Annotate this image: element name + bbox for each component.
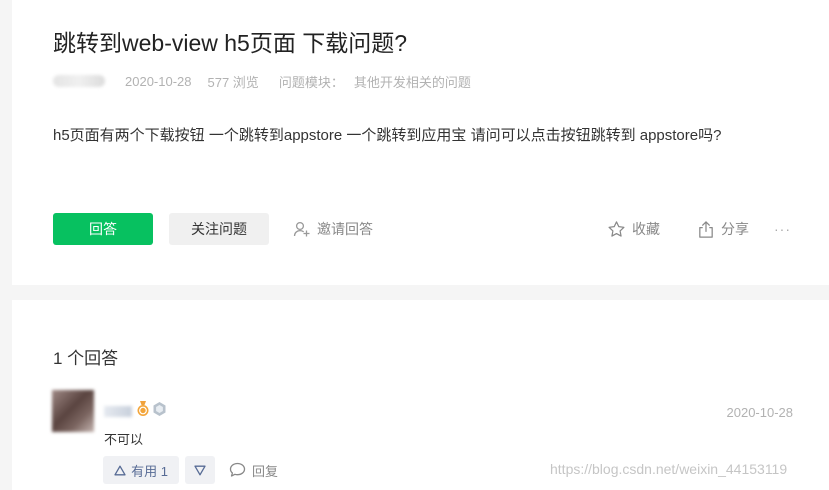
invite-user-icon [293, 221, 310, 237]
comment-bubble-icon [229, 462, 246, 477]
share-label: 分享 [721, 221, 749, 237]
collect-label: 收藏 [632, 221, 660, 237]
answerer-avatar[interactable] [52, 390, 94, 432]
upvote-label: 有用 1 [131, 463, 168, 479]
level-badge-icon [152, 401, 167, 422]
answerer-name-blurred[interactable] [104, 405, 132, 417]
module-link[interactable]: 其他开发相关的问题 [354, 72, 471, 91]
collect-button[interactable]: 收藏 [607, 218, 660, 240]
question-card: 跳转到web-view h5页面 下载问题? 2020-10-28 577 浏览… [12, 0, 829, 285]
answer-count: 1 个回答 [53, 349, 119, 368]
module-label: 问题模块： [278, 74, 344, 90]
share-icon [699, 220, 713, 238]
share-button[interactable]: 分享 [697, 218, 749, 240]
invite-answer-label: 邀请回答 [317, 221, 373, 237]
medal-badge-icon [136, 400, 150, 422]
watermark-text: https://blog.csdn.net/weixin_44153119 [550, 461, 788, 477]
answer-date: 2020-10-28 [726, 405, 794, 420]
author-name-blurred[interactable] [53, 75, 105, 87]
upvote-button[interactable]: 有用 1 [103, 456, 179, 484]
star-icon [608, 220, 625, 237]
view-count: 577 浏览 [207, 74, 259, 90]
triangle-up-icon [114, 465, 126, 475]
reply-button[interactable]: 回复 [229, 458, 278, 482]
question-title: 跳转到web-view h5页面 下载问题? [53, 30, 408, 56]
question-body: h5页面有两个下载按钮 一个跳转到appstore 一个跳转到应用宝 请问可以点… [53, 127, 722, 144]
invite-answer-button[interactable]: 邀请回答 [293, 218, 373, 240]
question-date: 2020-10-28 [125, 73, 192, 89]
downvote-button[interactable] [185, 456, 215, 484]
reply-label: 回复 [252, 463, 279, 479]
answerer-name-line [104, 400, 169, 422]
follow-question-button[interactable]: 关注问题 [169, 213, 269, 245]
answer-button[interactable]: 回答 [53, 213, 153, 245]
answer-text: 不可以 [104, 432, 144, 447]
more-options-button[interactable]: ··· [774, 218, 791, 240]
triangle-down-icon [194, 465, 206, 475]
question-meta: 2020-10-28 577 浏览 问题模块： 其他开发相关的问题 [53, 72, 471, 90]
answers-card: 1 个回答 2020-10-28 不可以 有用 1 回复 https://blo… [12, 300, 829, 490]
